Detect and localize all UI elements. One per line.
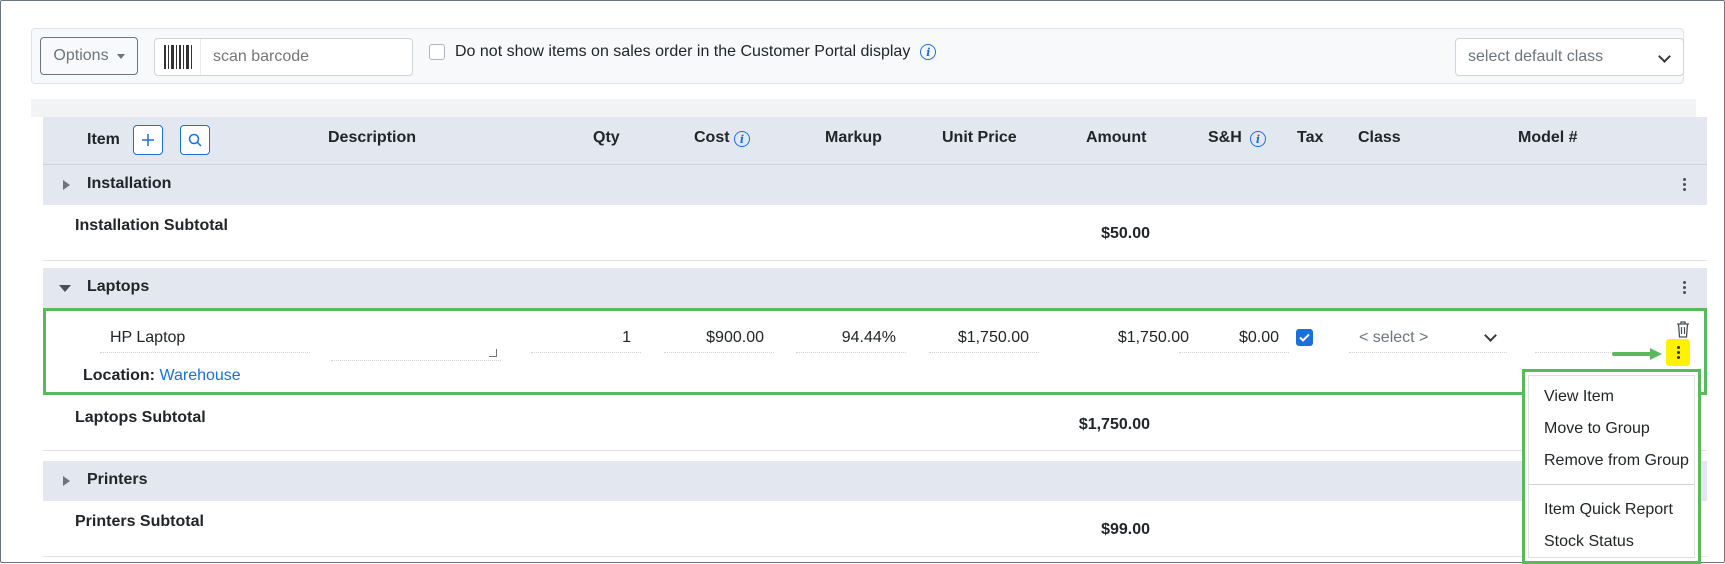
location-link[interactable]: Warehouse xyxy=(159,367,240,384)
menu-divider xyxy=(1529,484,1694,485)
chevron-down-icon xyxy=(1658,50,1671,63)
header-description: Description xyxy=(328,129,417,146)
barcode-icon xyxy=(155,39,201,75)
header-tax: Tax xyxy=(1297,129,1324,146)
arrow-right-icon xyxy=(1612,347,1666,366)
sh-info-icon[interactable]: i xyxy=(1250,131,1266,147)
info-icon[interactable]: i xyxy=(920,44,937,60)
subtotal-row-printers: Printers Subtotal $99.00 xyxy=(43,501,1707,557)
header-unit-price: Unit Price xyxy=(942,129,1017,146)
subtotal-row-laptops: Laptops Subtotal $1,750.00 xyxy=(43,395,1707,451)
resize-handle-icon[interactable] xyxy=(489,349,497,357)
group-row-installation[interactable]: Installation xyxy=(43,165,1707,205)
subtotal-label: Printers Subtotal xyxy=(75,513,204,530)
options-label: Options xyxy=(53,47,109,64)
qty-field[interactable]: 1 xyxy=(531,323,641,353)
tax-checkbox[interactable] xyxy=(1296,329,1313,346)
item-actions-kebab-button[interactable] xyxy=(1666,339,1690,366)
table-header: Item Description Qty Cost i Markup Unit … xyxy=(43,117,1707,165)
header-markup: Markup xyxy=(825,129,882,146)
expand-icon[interactable] xyxy=(63,180,70,190)
portal-checkbox-group: Do not show items on sales order in the … xyxy=(429,43,937,61)
portal-checkbox-label: Do not show items on sales order in the … xyxy=(455,43,911,60)
add-item-button[interactable] xyxy=(133,125,163,155)
group-name: Laptops xyxy=(87,278,150,295)
default-class-select[interactable]: select default class xyxy=(1455,38,1684,76)
subtotal-row-installation: Installation Subtotal $50.00 xyxy=(43,205,1707,261)
subtotal-amount: $99.00 xyxy=(1101,521,1150,538)
expand-icon[interactable] xyxy=(63,476,70,486)
barcode-input[interactable] xyxy=(201,47,401,67)
cost-info-icon[interactable]: i xyxy=(734,131,750,147)
kebab-menu-icon[interactable] xyxy=(1683,178,1687,193)
group-row-printers[interactable]: Printers xyxy=(43,461,1707,501)
header-item: Item xyxy=(87,131,120,148)
header-amount: Amount xyxy=(1086,129,1147,146)
chevron-down-icon xyxy=(1484,329,1497,342)
header-sh: S&H xyxy=(1208,129,1242,146)
sh-field[interactable]: $0.00 xyxy=(1179,323,1289,353)
default-class-placeholder: select default class xyxy=(1468,48,1604,65)
search-item-button[interactable] xyxy=(180,125,210,155)
menu-item-quick-report[interactable]: Item Quick Report xyxy=(1544,501,1673,519)
description-field[interactable] xyxy=(331,323,501,361)
header-model: Model # xyxy=(1518,129,1578,146)
unit-price-field[interactable]: $1,750.00 xyxy=(929,323,1039,353)
location-label: Location: xyxy=(83,367,155,384)
menu-item-remove-from-group[interactable]: Remove from Group xyxy=(1544,452,1689,470)
window-frame: Options Do not show items on sale xyxy=(0,0,1725,564)
menu-item-move-to-group[interactable]: Move to Group xyxy=(1544,420,1650,438)
caret-down-icon xyxy=(116,53,125,59)
toolbar: Options Do not show items on sale xyxy=(31,28,1684,84)
collapse-icon[interactable] xyxy=(59,285,71,292)
class-select[interactable]: < select > xyxy=(1349,323,1507,353)
header-class: Class xyxy=(1358,129,1401,146)
group-name: Printers xyxy=(87,471,148,488)
search-icon xyxy=(188,133,202,147)
amount-value: $1,750.00 xyxy=(1117,329,1189,346)
line-item-row: HP Laptop 1 $900.00 94.44% $1,750.00 $1,… xyxy=(43,308,1707,395)
subtotal-amount: $50.00 xyxy=(1101,225,1150,242)
subtotal-amount: $1,750.00 xyxy=(1078,416,1150,433)
item-name: HP Laptop xyxy=(110,328,186,346)
divider-stripe xyxy=(31,99,1696,117)
header-cost: Cost xyxy=(694,129,730,146)
check-icon xyxy=(1299,333,1310,342)
item-name-field[interactable]: HP Laptop xyxy=(100,323,310,353)
group-row-laptops[interactable]: Laptops xyxy=(43,268,1707,308)
subtotal-label: Installation Subtotal xyxy=(75,217,228,234)
subtotal-label: Laptops Subtotal xyxy=(75,409,206,426)
item-context-menu: View Item Move to Group Remove from Grou… xyxy=(1522,369,1701,564)
options-button[interactable]: Options xyxy=(40,37,138,75)
portal-checkbox[interactable] xyxy=(429,44,445,60)
markup-field[interactable]: 94.44% xyxy=(796,323,906,353)
group-name: Installation xyxy=(87,175,172,192)
plus-icon xyxy=(142,134,154,146)
kebab-menu-icon[interactable] xyxy=(1683,281,1687,296)
header-qty: Qty xyxy=(593,129,620,146)
context-menu-body: View Item Move to Group Remove from Grou… xyxy=(1528,375,1695,558)
cost-field[interactable]: $900.00 xyxy=(664,323,774,353)
menu-item-stock-status[interactable]: Stock Status xyxy=(1544,533,1634,551)
menu-item-view-item[interactable]: View Item xyxy=(1544,388,1614,406)
barcode-field[interactable] xyxy=(154,38,413,76)
location-line: Location: Warehouse xyxy=(83,367,241,385)
